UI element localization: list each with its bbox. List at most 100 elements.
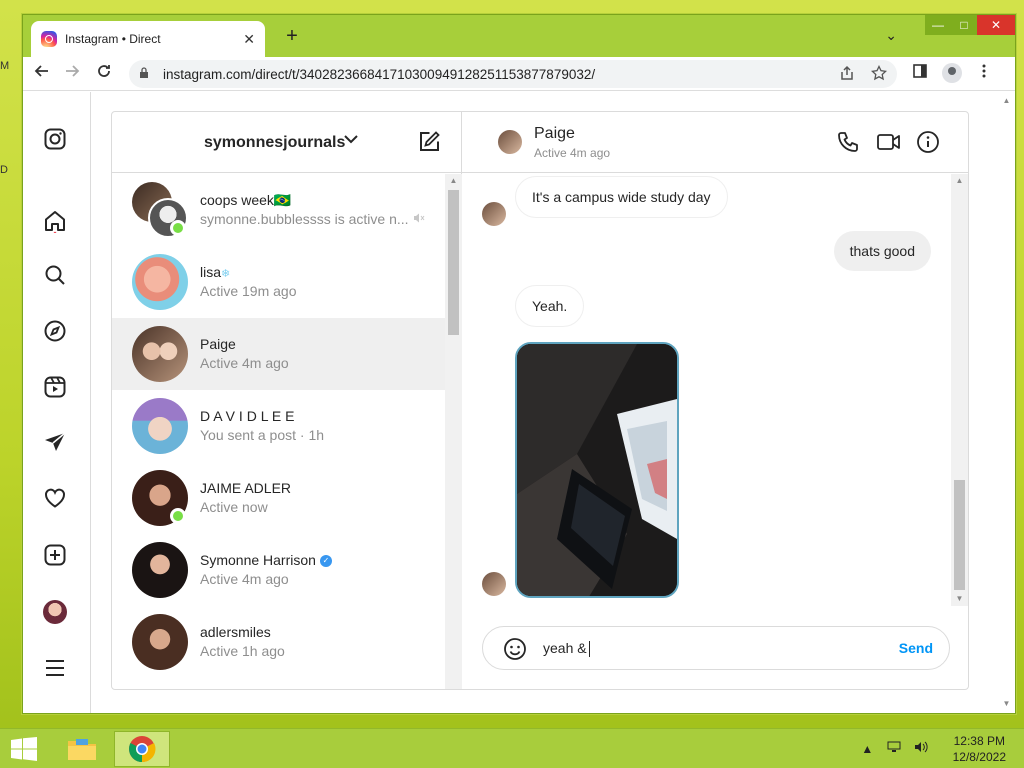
thread-preview: Active 1h ago: [200, 643, 285, 659]
chevron-down-icon[interactable]: [342, 130, 360, 153]
address-bar[interactable]: instagram.com/direct/t/34028236684171030…: [129, 60, 897, 88]
reels-icon[interactable]: [41, 373, 69, 401]
thread-item[interactable]: Symonne Harrison ✓ Active 4m ago: [112, 534, 445, 606]
browser-toolbar: instagram.com/direct/t/34028236684171030…: [23, 57, 1015, 91]
tray-expand-icon[interactable]: ▲: [861, 742, 873, 756]
thread-preview: Active 19m ago: [200, 283, 297, 299]
browser-tab[interactable]: Instagram • Direct ✕: [31, 21, 265, 57]
clock-time: 12:38 PM: [953, 734, 1005, 748]
home-icon[interactable]: [41, 207, 69, 235]
back-arrow-icon[interactable]: [31, 63, 53, 85]
message-composer: yeah & Send: [482, 626, 950, 670]
send-button[interactable]: Send: [899, 640, 933, 656]
thread-preview: symonne.bubblessss is active n...: [200, 211, 409, 227]
maximize-button[interactable]: □: [951, 15, 977, 35]
more-menu-icon[interactable]: [41, 654, 69, 682]
thread-preview: You sent a post · 1h: [200, 427, 325, 443]
page-viewport: symonnesjournals coops week🇧🇷 symonne.bu…: [23, 92, 1015, 713]
system-tray: ▲: [851, 741, 928, 756]
reload-icon[interactable]: [93, 63, 115, 85]
search-icon[interactable]: [41, 261, 69, 289]
info-icon[interactable]: [916, 130, 940, 154]
network-icon[interactable]: [887, 741, 901, 756]
explore-compass-icon[interactable]: [41, 317, 69, 345]
video-call-icon[interactable]: [876, 130, 900, 154]
close-window-button[interactable]: ✕: [977, 15, 1015, 35]
chat-scrollbar[interactable]: ▲ ▼: [951, 174, 968, 606]
clock-date: 12/8/2022: [952, 750, 1006, 764]
phone-call-icon[interactable]: [836, 130, 860, 154]
title-bar: Instagram • Direct ✕ + ⌄ — □ ✕: [23, 15, 1015, 57]
avatar: [132, 542, 188, 598]
chrome-taskbar-icon[interactable]: [114, 731, 170, 767]
volume-icon[interactable]: [914, 741, 928, 756]
snowflake-icon: ❄: [221, 268, 231, 280]
share-icon[interactable]: [839, 65, 855, 84]
minimize-button[interactable]: —: [925, 15, 951, 35]
incoming-message[interactable]: Yeah.: [515, 285, 585, 327]
thread-name: lisa❄: [200, 264, 231, 280]
side-panel-icon[interactable]: [909, 63, 931, 85]
lock-icon: [139, 66, 155, 82]
account-switcher[interactable]: symonnesjournals: [204, 134, 345, 152]
scroll-up-icon[interactable]: ▲: [445, 174, 462, 188]
instagram-logo-icon[interactable]: [41, 125, 69, 153]
thread-item-selected[interactable]: Paige Active 4m ago: [112, 318, 445, 390]
avatar: [132, 254, 188, 310]
sender-avatar: [482, 202, 506, 226]
thread-preview: Active 4m ago: [200, 355, 289, 371]
create-plus-icon[interactable]: [41, 541, 69, 569]
direct-messages-icon[interactable]: [41, 428, 69, 456]
instagram-favicon-icon: [41, 31, 57, 47]
contact-avatar[interactable]: [498, 130, 522, 154]
thread-item[interactable]: JAIME ADLER Active now: [112, 462, 445, 534]
photo-message[interactable]: [515, 342, 679, 598]
tab-search-icon[interactable]: ⌄: [885, 27, 897, 44]
windows-start-icon[interactable]: [10, 737, 38, 761]
system-clock[interactable]: 12:38 PM 12/8/2022: [953, 733, 1006, 765]
new-tab-button[interactable]: +: [279, 23, 305, 49]
thread-item[interactable]: D A V I D L E E You sent a post · 1h: [112, 390, 445, 462]
page-scrollbar[interactable]: ▲ ▼: [998, 92, 1015, 713]
forward-arrow-icon[interactable]: [61, 63, 83, 85]
scrollbar-thumb[interactable]: [448, 190, 459, 335]
avatar: [132, 470, 188, 526]
avatar: [132, 398, 188, 454]
group-avatar: [132, 182, 188, 238]
thread-preview: Active 4m ago: [200, 571, 289, 587]
outgoing-message[interactable]: thats good: [833, 231, 931, 271]
thread-name: coops week🇧🇷: [200, 192, 292, 208]
message-input[interactable]: yeah &: [543, 640, 883, 658]
scroll-up-icon[interactable]: ▲: [951, 174, 968, 188]
file-explorer-icon[interactable]: [54, 731, 110, 767]
scroll-down-icon[interactable]: ▼: [998, 697, 1015, 711]
scrollbar-thumb[interactable]: [954, 480, 965, 590]
contact-name[interactable]: Paige: [534, 125, 575, 143]
scroll-up-icon[interactable]: ▲: [998, 94, 1015, 108]
avatar: [132, 614, 188, 670]
notifications-heart-icon[interactable]: [41, 484, 69, 512]
desktop-edge-label: M: [0, 60, 10, 72]
thread-list: coops week🇧🇷 symonne.bubblessss is activ…: [112, 174, 445, 689]
threads-header: symonnesjournals: [112, 112, 461, 173]
profile-avatar[interactable]: [41, 598, 69, 626]
desktop-edge-label: D: [0, 164, 8, 176]
thread-item[interactable]: lisa❄ Active 19m ago: [112, 246, 445, 318]
thread-item[interactable]: adlersmiles Active 1h ago: [112, 606, 445, 678]
thread-name: D A V I D L E E: [200, 408, 295, 424]
avatar: [132, 326, 188, 382]
thread-name: Symonne Harrison ✓: [200, 552, 332, 568]
emoji-icon[interactable]: [503, 637, 527, 661]
message-list: It's a campus wide study day thats good …: [462, 174, 951, 606]
thread-list-scrollbar[interactable]: ▲: [445, 174, 462, 689]
tab-close-icon[interactable]: ✕: [243, 31, 255, 48]
scroll-down-icon[interactable]: ▼: [951, 592, 968, 606]
thread-item[interactable]: coops week🇧🇷 symonne.bubblessss is activ…: [112, 174, 445, 246]
incoming-message[interactable]: It's a campus wide study day: [515, 176, 728, 218]
chat-header: Paige Active 4m ago: [462, 112, 968, 173]
chat-panel: Paige Active 4m ago It's a campus wide s…: [462, 112, 968, 689]
new-message-icon[interactable]: [417, 130, 441, 154]
profile-icon[interactable]: [941, 63, 963, 85]
bookmark-star-icon[interactable]: [870, 64, 888, 84]
menu-kebab-icon[interactable]: [973, 63, 995, 85]
